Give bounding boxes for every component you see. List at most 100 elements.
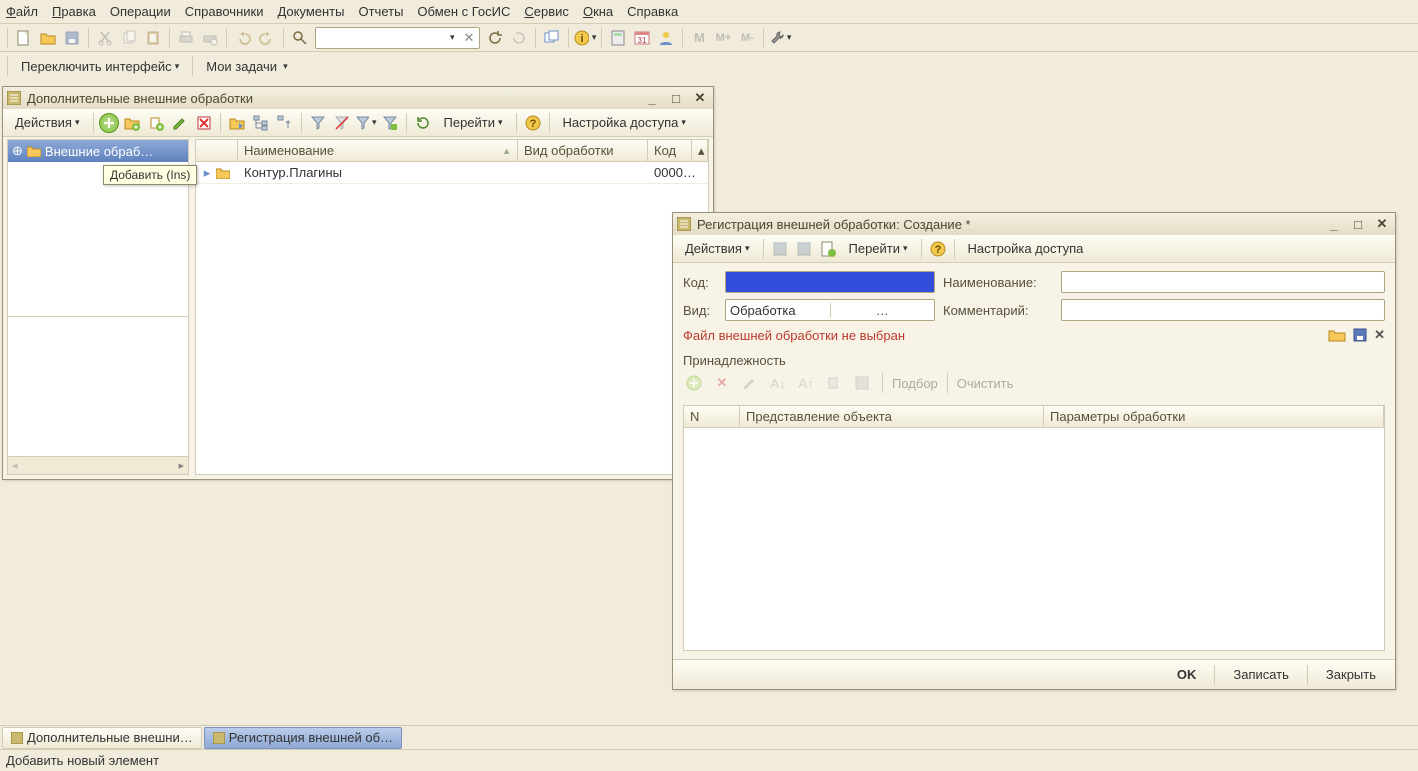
save-icon[interactable]: [769, 238, 791, 260]
help-icon[interactable]: ?: [522, 112, 544, 134]
help-icon[interactable]: ?: [927, 238, 949, 260]
col-code[interactable]: Код: [648, 140, 692, 161]
reread-icon[interactable]: [817, 238, 839, 260]
close-button[interactable]: ✕: [691, 90, 709, 106]
comment-input[interactable]: [1061, 299, 1385, 321]
table-row[interactable]: ▸ Контур.Плагины 0000…: [196, 162, 708, 184]
print-icon[interactable]: [175, 27, 197, 49]
save-file-icon[interactable]: [1352, 327, 1368, 343]
move-icon[interactable]: [226, 112, 248, 134]
ellipsis-icon[interactable]: …: [830, 303, 935, 318]
actions-menu[interactable]: Действия▾: [7, 112, 88, 134]
open-folder-icon[interactable]: [37, 27, 59, 49]
windows-icon[interactable]: [541, 27, 563, 49]
add-folder-icon[interactable]: [121, 112, 143, 134]
level-up-icon[interactable]: [274, 112, 296, 134]
clear-file-icon[interactable]: ✕: [1374, 327, 1385, 343]
m-minus-icon[interactable]: M-: [736, 27, 758, 49]
scroll-up-icon[interactable]: ▴: [692, 140, 708, 161]
edit-row-icon[interactable]: [739, 372, 761, 394]
ok-button[interactable]: OK: [1166, 664, 1208, 686]
list-pane[interactable]: Наименование▲ Вид обработки Код ▴ ▸ Конт…: [195, 139, 709, 475]
search-input[interactable]: [316, 30, 446, 45]
open-file-icon[interactable]: [1328, 327, 1346, 343]
close-button[interactable]: ✕: [1373, 216, 1391, 232]
clear-button[interactable]: Очистить: [957, 376, 1014, 391]
expand-icon[interactable]: ⊕: [12, 143, 23, 159]
menu-references[interactable]: Справочники: [185, 4, 264, 19]
paste-row-icon[interactable]: [851, 372, 873, 394]
delete-icon[interactable]: [193, 112, 215, 134]
menu-documents[interactable]: Документы: [277, 4, 344, 19]
titlebar[interactable]: Регистрация внешней обработки: Создание …: [673, 213, 1395, 235]
save-close-icon[interactable]: [793, 238, 815, 260]
calculator-icon[interactable]: [607, 27, 629, 49]
access-settings-button[interactable]: Настройка доступа: [960, 238, 1092, 260]
add-button[interactable]: [99, 113, 119, 133]
menu-operations[interactable]: Операции: [110, 4, 171, 19]
switch-interface-button[interactable]: Переключить интерфейс▾: [13, 55, 187, 77]
refresh-icon[interactable]: [412, 112, 434, 134]
ownership-grid[interactable]: N Представление объекта Параметры обрабо…: [683, 405, 1385, 651]
refresh-right-icon[interactable]: [508, 27, 530, 49]
print-preview-icon[interactable]: [199, 27, 221, 49]
code-input[interactable]: [725, 271, 935, 293]
minimize-button[interactable]: _: [1325, 217, 1343, 232]
edit-icon[interactable]: [169, 112, 191, 134]
menu-service[interactable]: Сервис: [524, 4, 569, 19]
menu-help[interactable]: Справка: [627, 4, 678, 19]
search-dropdown-icon[interactable]: ▾: [446, 32, 459, 43]
menu-reports[interactable]: Отчеты: [358, 4, 403, 19]
filter-settings-icon[interactable]: ▾: [355, 112, 377, 134]
maximize-button[interactable]: □: [1349, 217, 1367, 232]
sort-asc-icon[interactable]: A↓: [767, 372, 789, 394]
save-button[interactable]: Записать: [1222, 664, 1300, 686]
cut-icon[interactable]: [94, 27, 116, 49]
filter-by-icon[interactable]: [379, 112, 401, 134]
nav-first-icon[interactable]: ◂: [12, 459, 18, 472]
goto-menu[interactable]: Перейти▾: [436, 112, 511, 134]
tree-root[interactable]: ⊕ Внешние обраб…: [8, 140, 188, 162]
col-name[interactable]: Наименование▲: [238, 140, 518, 161]
task-item[interactable]: Регистрация внешней об…: [204, 727, 402, 749]
user-icon[interactable]: [655, 27, 677, 49]
tree-pane[interactable]: ⊕ Внешние обраб… ◂ ▸: [7, 139, 189, 475]
access-settings-menu[interactable]: Настройка доступа▾: [555, 112, 694, 134]
undo-icon[interactable]: [232, 27, 254, 49]
m-icon[interactable]: M: [688, 27, 710, 49]
save-icon[interactable]: [61, 27, 83, 49]
search-clear-icon[interactable]: ✕: [459, 30, 480, 46]
hierarchy-icon[interactable]: [250, 112, 272, 134]
menu-exchange[interactable]: Обмен с ГосИС: [417, 4, 510, 19]
select-button[interactable]: Подбор: [892, 376, 938, 391]
delete-row-icon[interactable]: ✕: [711, 372, 733, 394]
col-repr[interactable]: Представление объекта: [740, 406, 1044, 427]
add-row-icon[interactable]: [683, 372, 705, 394]
col-type[interactable]: Вид обработки: [518, 140, 648, 161]
menu-file[interactable]: Файл: [6, 4, 38, 19]
redo-icon[interactable]: [256, 27, 278, 49]
my-tasks-button[interactable]: Мои задачи▾: [198, 55, 295, 77]
col-n[interactable]: N: [684, 406, 740, 427]
refresh-left-icon[interactable]: [484, 27, 506, 49]
sort-desc-icon[interactable]: A↑: [795, 372, 817, 394]
search-field[interactable]: ▾ ✕: [315, 27, 480, 49]
paste-icon[interactable]: [142, 27, 164, 49]
task-item[interactable]: Дополнительные внешни…: [2, 727, 202, 749]
new-doc-icon[interactable]: [13, 27, 35, 49]
col-params[interactable]: Параметры обработки: [1044, 406, 1384, 427]
copy-row-icon[interactable]: [823, 372, 845, 394]
m-plus-icon[interactable]: M+: [712, 27, 734, 49]
actions-menu[interactable]: Действия▾: [677, 238, 758, 260]
titlebar[interactable]: Дополнительные внешние обработки _ □ ✕: [3, 87, 713, 109]
filter-off-icon[interactable]: [331, 112, 353, 134]
info-icon[interactable]: i▾: [574, 27, 596, 49]
magnifier-icon[interactable]: [289, 27, 311, 49]
menu-edit[interactable]: Правка: [52, 4, 96, 19]
copy-item-icon[interactable]: [145, 112, 167, 134]
menu-windows[interactable]: Окна: [583, 4, 613, 19]
maximize-button[interactable]: □: [667, 91, 685, 106]
filter-icon[interactable]: [307, 112, 329, 134]
goto-menu[interactable]: Перейти▾: [841, 238, 916, 260]
copy-icon[interactable]: [118, 27, 140, 49]
